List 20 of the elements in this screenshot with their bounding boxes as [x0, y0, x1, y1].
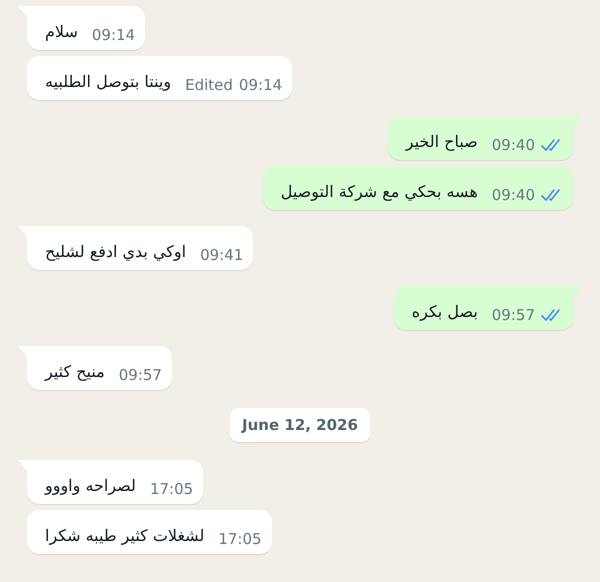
- message-text: سلام: [45, 21, 78, 43]
- message-time: 17:05: [218, 530, 262, 548]
- date-separator: June 12, 2026: [230, 408, 370, 442]
- message-text: لصراحه واووو: [45, 475, 136, 497]
- message-time: 09:41: [200, 246, 244, 264]
- message-text: صباح الخير: [406, 131, 478, 153]
- message-time: 09:14: [92, 26, 136, 44]
- message-time: 09:40: [492, 186, 535, 204]
- message-text: لشغلات كثير طيبه شكرا: [45, 525, 204, 547]
- message-time: 09:14: [238, 76, 282, 94]
- message-text: منيح كثير: [45, 361, 105, 383]
- message-time: 09:40: [492, 136, 535, 154]
- edited-label: Edited: [185, 76, 233, 94]
- message-time: 09:57: [492, 306, 535, 324]
- message-text: هسه بحكي مع شركة التوصيل: [280, 181, 478, 203]
- message-time: 09:57: [118, 366, 162, 384]
- message-text: وينتا بتوصل الطلبيه: [45, 71, 172, 93]
- message-text: اوكي بدي ادفع لشليح: [45, 241, 186, 263]
- message-time: 17:05: [150, 480, 194, 498]
- message-text: بصل بكره: [412, 301, 478, 323]
